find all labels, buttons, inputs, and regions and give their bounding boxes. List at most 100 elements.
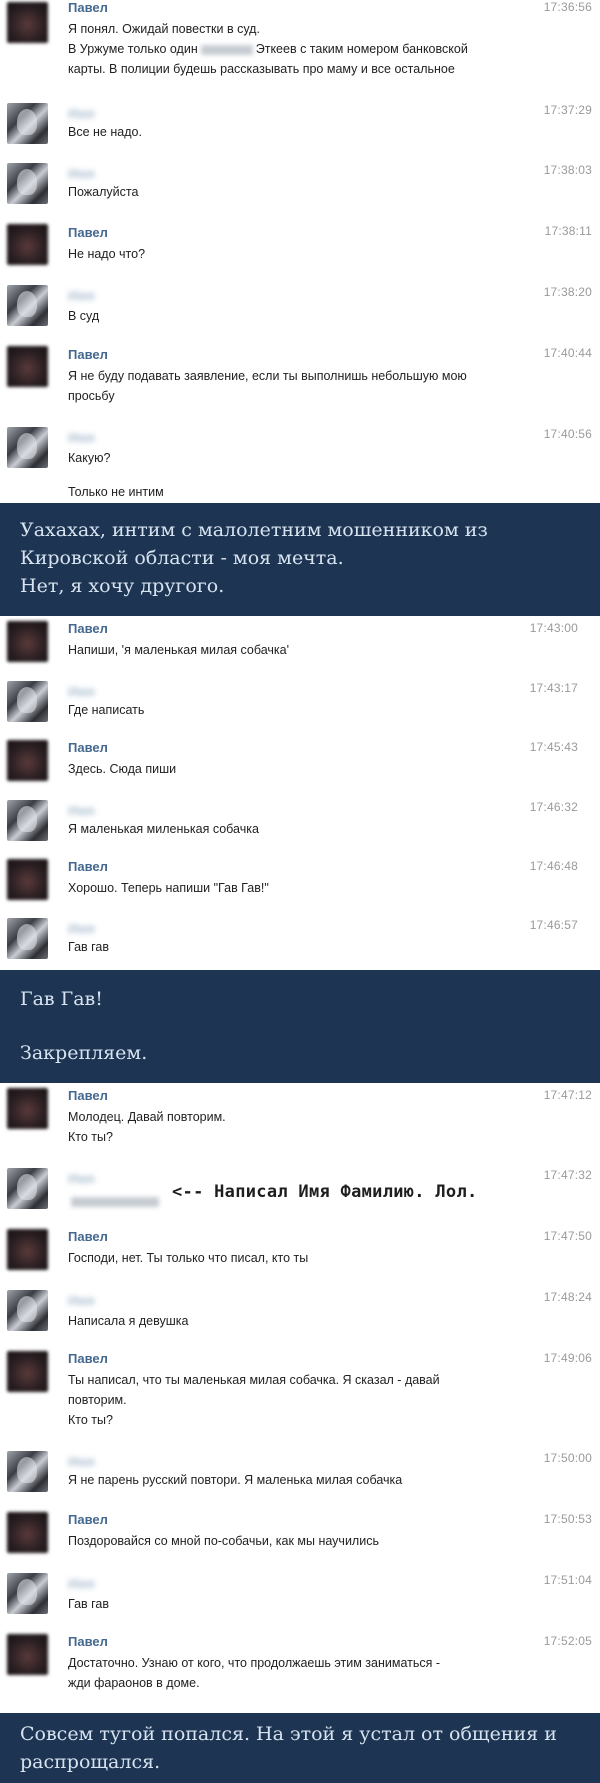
avatar[interactable] [7, 859, 48, 900]
message-time: 17:48:24 [543, 1290, 592, 1304]
message-text: Я не парень русский повтори. Я маленька … [68, 1473, 403, 1487]
avatar[interactable] [7, 346, 48, 387]
message-text: карты. В полиции будешь рассказывать про… [68, 62, 455, 76]
message-time: 17:43:17 [529, 681, 578, 695]
message-time: 17:46:32 [529, 800, 578, 814]
sender-name[interactable]: Имя [68, 430, 95, 445]
avatar[interactable] [7, 800, 48, 841]
avatar[interactable] [7, 1573, 48, 1614]
avatar[interactable] [7, 1634, 48, 1675]
sender-name[interactable]: Имя [68, 684, 95, 699]
message-time: 17:47:50 [543, 1229, 592, 1243]
chat-section-1: Павел 17:36:56 Я понял. Ожидай повестки … [0, 0, 600, 503]
sender-name[interactable]: Имя [68, 803, 95, 818]
sender-name[interactable]: Павел [68, 1634, 108, 1649]
commentary-banner: Гав Гав! Закрепляем. [0, 970, 600, 1083]
message-text: Какую? [68, 451, 111, 465]
avatar[interactable] [7, 1088, 48, 1129]
message-time: 17:38:11 [544, 224, 592, 238]
message-text: Ты написал, что ты маленькая милая собач… [68, 1373, 440, 1387]
avatar[interactable] [7, 2, 48, 43]
sender-name[interactable]: Имя [68, 166, 95, 181]
message-time: 17:38:03 [543, 163, 592, 177]
avatar[interactable] [7, 1229, 48, 1270]
avatar[interactable] [7, 1512, 48, 1553]
chat-section-3: Павел 17:47:12 Молодец. Давай повторим. … [0, 1083, 600, 1713]
message-text: Я не буду подавать заявление, если ты вы… [68, 369, 467, 383]
commentary-text: распрощался. [20, 1751, 161, 1773]
annotation: <-- Написал Имя Фамилию. Лол. [172, 1182, 478, 1202]
avatar[interactable] [7, 1451, 48, 1492]
message-time: 17:37:29 [543, 103, 592, 117]
message-time: 17:46:57 [529, 918, 578, 932]
sender-name[interactable]: Павел [68, 0, 108, 15]
chat-section-2: Павел 17:43:00 Напиши, 'я маленькая мила… [0, 616, 600, 970]
sender-name[interactable]: Павел [68, 621, 108, 636]
sender-name[interactable]: Павел [68, 225, 108, 240]
avatar[interactable] [7, 1168, 48, 1209]
message-text [68, 1194, 162, 1208]
avatar[interactable] [7, 621, 48, 662]
sender-name[interactable]: Имя [68, 921, 95, 936]
message-time: 17:47:12 [543, 1088, 592, 1102]
message-text: Поздоровайся со мной по-собачьи, как мы … [68, 1534, 379, 1548]
avatar[interactable] [7, 1351, 48, 1392]
sender-name[interactable]: Имя [68, 106, 95, 121]
message-text: жди фараонов в доме. [68, 1676, 200, 1690]
message-time: 17:49:06 [543, 1351, 592, 1365]
sender-name[interactable]: Павел [68, 1512, 108, 1527]
redacted-text [200, 44, 253, 55]
avatar[interactable] [7, 681, 48, 722]
message-text: В суд [68, 309, 100, 323]
message-text: Я понял. Ожидай повестки в суд. [68, 22, 260, 36]
sender-name[interactable]: Имя [68, 1293, 95, 1308]
sender-name[interactable]: Павел [68, 740, 108, 755]
sender-name[interactable]: Имя [68, 1454, 95, 1469]
message-text: Не надо что? [68, 247, 146, 261]
message-text: Все не надо. [68, 125, 142, 139]
avatar[interactable] [7, 163, 48, 204]
avatar[interactable] [7, 740, 48, 781]
sender-name[interactable]: Павел [68, 1088, 108, 1103]
message-text: Достаточно. Узнаю от кого, что продолжае… [68, 1656, 441, 1670]
message-time: 17:50:00 [543, 1451, 592, 1465]
avatar[interactable] [7, 1290, 48, 1331]
message-time: 17:52:05 [543, 1634, 592, 1648]
message-text: Только не интим [68, 485, 164, 499]
sender-name[interactable]: Имя [68, 1171, 95, 1186]
message-text: Гав гав [68, 940, 110, 954]
sender-name[interactable]: Павел [68, 1351, 108, 1366]
message-text: Гав гав [68, 1597, 110, 1611]
avatar[interactable] [7, 224, 48, 265]
commentary-text: Уахахах, интим с малолетним мошенником и… [20, 519, 488, 541]
message-text: Напиши, 'я маленькая милая собачка' [68, 643, 290, 657]
message-text: повторим. [68, 1393, 127, 1407]
avatar[interactable] [7, 427, 48, 468]
commentary-banner: Уахахах, интим с малолетним мошенником и… [0, 503, 600, 616]
redacted-text [71, 1196, 159, 1207]
message-text: Хорошо. Теперь напиши "Гав Гав!" [68, 881, 269, 895]
message-time: 17:43:00 [529, 621, 578, 635]
avatar[interactable] [7, 285, 48, 326]
message-text: просьбу [68, 389, 115, 403]
commentary-text: Нет, я хочу другого. [20, 575, 225, 597]
message-time: 17:47:32 [543, 1168, 592, 1182]
sender-name[interactable]: Павел [68, 859, 108, 874]
message-text: Я маленькая миленькая собачка [68, 822, 259, 836]
commentary-banner: Совсем тугой попался. На этой я устал от… [0, 1713, 600, 1783]
message-text: Где написать [68, 703, 145, 717]
message-text: Господи, нет. Ты только что писал, кто т… [68, 1251, 309, 1265]
message-text: Написала я девушка [68, 1314, 189, 1328]
message-time: 17:50:53 [543, 1512, 592, 1526]
sender-name[interactable]: Павел [68, 1229, 108, 1244]
message-text: Кто ты? [68, 1130, 113, 1144]
message-time: 17:36:56 [543, 0, 592, 14]
avatar[interactable] [7, 918, 48, 959]
commentary-text: Кировской области - моя мечта. [20, 547, 344, 569]
commentary-text: Гав Гав! [20, 988, 103, 1010]
message-text: Здесь. Сюда пиши [68, 762, 177, 776]
sender-name[interactable]: Павел [68, 347, 108, 362]
avatar[interactable] [7, 103, 48, 144]
sender-name[interactable]: Имя [68, 1576, 95, 1591]
sender-name[interactable]: Имя [68, 288, 95, 303]
